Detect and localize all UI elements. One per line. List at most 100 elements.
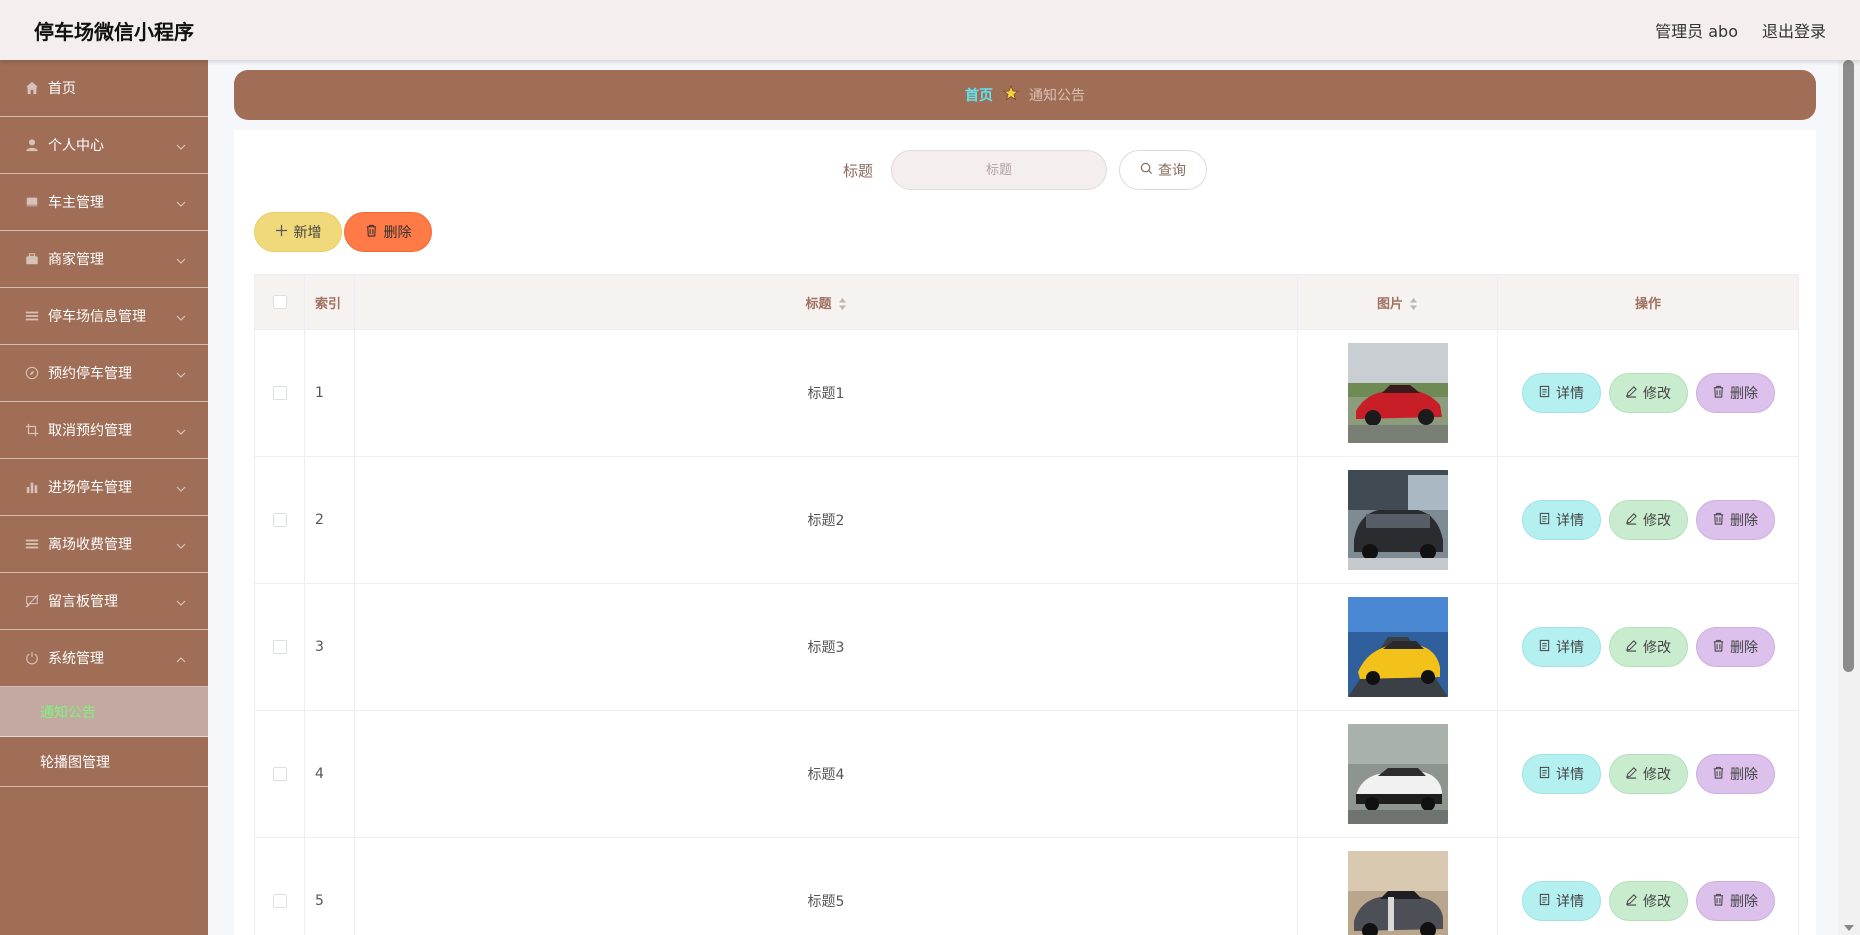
edit-button[interactable]: 修改 <box>1608 754 1688 794</box>
sidebar-item-label: 商家管理 <box>48 252 104 268</box>
table-header-row: 索引 标题 图片 操作 <box>254 274 1799 330</box>
row-checkbox[interactable] <box>272 894 287 908</box>
delete-button[interactable]: 删除 <box>1695 500 1775 540</box>
title-search-input[interactable] <box>891 150 1107 190</box>
trash-icon <box>1712 893 1725 910</box>
sidebar-item-parking-info[interactable]: 停车场信息管理 <box>0 288 208 345</box>
edit-button[interactable]: 修改 <box>1608 881 1688 921</box>
detail-label: 详情 <box>1556 513 1584 529</box>
header-index: 索引 <box>304 274 355 330</box>
star-icon <box>1002 84 1020 105</box>
car-owner-icon <box>24 194 40 210</box>
trash-icon <box>1712 766 1725 783</box>
row-checkbox[interactable] <box>272 386 287 400</box>
delete-button[interactable]: 删除 <box>1695 754 1775 794</box>
scroll-thumb[interactable] <box>1843 60 1854 672</box>
crop-icon <box>24 422 40 438</box>
row-select-cell <box>254 456 305 584</box>
detail-button[interactable]: 详情 <box>1521 373 1601 413</box>
plus-icon <box>275 224 288 241</box>
row-image-cell <box>1297 456 1498 584</box>
action-toolbar: 新增 删除 <box>254 212 432 252</box>
delete-label: 删除 <box>1730 386 1758 402</box>
row-actions: 详情 修改 删除 <box>1498 754 1798 794</box>
sidebar-item-exit-fee[interactable]: 离场收费管理 <box>0 516 208 573</box>
detail-button[interactable]: 详情 <box>1521 754 1601 794</box>
sidebar-item-system[interactable]: 系统管理 <box>0 630 208 687</box>
pencil-icon <box>1625 512 1638 529</box>
user-icon <box>24 137 40 153</box>
row-ops-cell: 详情 修改 删除 <box>1497 583 1799 711</box>
sidebar-item-home[interactable]: 首页 <box>0 60 208 117</box>
row-actions: 详情 修改 删除 <box>1498 373 1798 413</box>
bar-chart-icon <box>24 479 40 495</box>
row-image-cell <box>1297 710 1498 838</box>
batch-delete-label: 删除 <box>383 225 412 241</box>
sidebar-subitem-carousel[interactable]: 轮播图管理 <box>0 737 208 787</box>
chevron-down-icon <box>176 482 186 492</box>
trash-icon <box>365 224 378 241</box>
chevron-up-icon <box>176 653 186 663</box>
header-user-area: 管理员 abo 退出登录 <box>1655 18 1826 42</box>
sidebar-item-cancel-reservation[interactable]: 取消预约管理 <box>0 402 208 459</box>
header-title-label: 标题 <box>805 296 832 312</box>
row-select-cell <box>254 710 305 838</box>
row-title: 标题3 <box>354 583 1298 711</box>
row-checkbox[interactable] <box>272 640 287 654</box>
red-sports-car-image <box>1347 343 1448 443</box>
edit-button[interactable]: 修改 <box>1608 373 1688 413</box>
batch-delete-button[interactable]: 删除 <box>344 212 432 252</box>
chevron-down-icon <box>176 539 186 549</box>
breadcrumb-home-link[interactable]: 首页 <box>965 85 993 105</box>
query-button-label: 查询 <box>1158 163 1186 179</box>
power-icon <box>24 650 40 666</box>
sidebar-item-label: 车主管理 <box>48 195 104 211</box>
delete-button[interactable]: 删除 <box>1695 627 1775 667</box>
add-button[interactable]: 新增 <box>254 212 342 252</box>
sidebar-item-label: 留言板管理 <box>48 594 118 610</box>
delete-button[interactable]: 删除 <box>1695 881 1775 921</box>
row-actions: 详情 修改 删除 <box>1498 881 1798 921</box>
row-checkbox[interactable] <box>272 767 287 781</box>
pencil-icon <box>1625 766 1638 783</box>
user-label: 管理员 abo <box>1655 22 1738 41</box>
sidebar-item-merchant[interactable]: 商家管理 <box>0 231 208 288</box>
list-icon <box>24 536 40 552</box>
query-button[interactable]: 查询 <box>1119 150 1207 190</box>
row-checkbox[interactable] <box>272 513 287 527</box>
search-label: 标题 <box>842 161 873 180</box>
app-title: 停车场微信小程序 <box>34 19 194 44</box>
detail-button[interactable]: 详情 <box>1521 500 1601 540</box>
sidebar-item-message-board[interactable]: 留言板管理 <box>0 573 208 630</box>
delete-button[interactable]: 删除 <box>1695 373 1775 413</box>
sidebar-item-reservation[interactable]: 预约停车管理 <box>0 345 208 402</box>
compass-icon <box>24 365 40 381</box>
page-scrollbar[interactable] <box>1838 60 1860 935</box>
sidebar-item-personal-center[interactable]: 个人中心 <box>0 117 208 174</box>
message-off-icon <box>24 593 40 609</box>
detail-button[interactable]: 详情 <box>1521 627 1601 667</box>
header-title[interactable]: 标题 <box>354 274 1298 330</box>
row-title: 标题1 <box>354 329 1298 457</box>
row-image-cell <box>1297 329 1498 457</box>
edit-label: 修改 <box>1643 513 1671 529</box>
sidebar-item-entry-parking[interactable]: 进场停车管理 <box>0 459 208 516</box>
trash-icon <box>1712 512 1725 529</box>
sidebar-item-label: 进场停车管理 <box>48 480 132 496</box>
row-ops-cell: 详情 修改 删除 <box>1497 456 1799 584</box>
row-select-cell <box>254 583 305 711</box>
sidebar-item-car-owner[interactable]: 车主管理 <box>0 174 208 231</box>
pencil-icon <box>1625 893 1638 910</box>
logout-button[interactable]: 退出登录 <box>1762 18 1826 42</box>
chevron-down-icon <box>176 368 186 378</box>
edit-button[interactable]: 修改 <box>1608 627 1688 667</box>
select-all-checkbox[interactable] <box>272 295 287 309</box>
scroll-down-arrow-icon[interactable] <box>1844 925 1854 931</box>
header-image-label: 图片 <box>1376 296 1403 312</box>
delete-label: 删除 <box>1730 894 1758 910</box>
header-image[interactable]: 图片 <box>1297 274 1498 330</box>
delete-label: 删除 <box>1730 640 1758 656</box>
edit-button[interactable]: 修改 <box>1608 500 1688 540</box>
sidebar-subitem-notice[interactable]: 通知公告 <box>0 687 208 737</box>
detail-button[interactable]: 详情 <box>1521 881 1601 921</box>
